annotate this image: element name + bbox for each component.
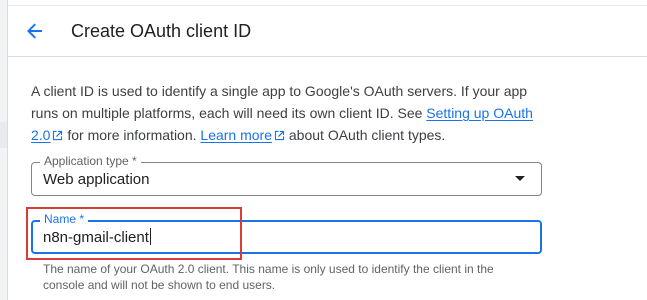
text-cursor [149,228,151,245]
application-type-label: Application type * [40,154,141,168]
back-button[interactable] [22,18,48,44]
intro-section: A client ID is used to identify a single… [31,80,551,146]
open-in-new-icon [274,130,285,141]
create-oauth-client-page: Create OAuth client ID A client ID is us… [0,0,647,300]
page-title: Create OAuth client ID [71,21,252,41]
learn-more-link-label: Learn more [200,127,272,143]
left-rail-active-marker [0,122,7,148]
name-input-text: n8n-gmail-client [43,229,149,246]
name-label: Name * [40,212,89,226]
name-input[interactable]: Name * n8n-gmail-client [31,212,542,254]
intro-text-part-2: for more information. [63,127,201,143]
intro-text: A client ID is used to identify a single… [31,80,551,146]
arrow-left-icon [27,23,42,39]
name-input-value[interactable]: n8n-gmail-client [43,228,151,247]
name-helper-text: The name of your OAuth 2.0 client. This … [43,262,494,292]
left-navigation-rail [0,0,8,300]
application-type-select[interactable]: Application type * Web application [31,154,542,196]
page-header: Create OAuth client ID [8,6,647,57]
triangle-down-icon[interactable] [515,176,525,181]
intro-text-part-3: about OAuth client types. [285,127,446,143]
open-in-new-icon [53,130,63,141]
learn-more-link[interactable]: Learn more [200,127,272,143]
application-type-value: Web application [43,171,150,188]
